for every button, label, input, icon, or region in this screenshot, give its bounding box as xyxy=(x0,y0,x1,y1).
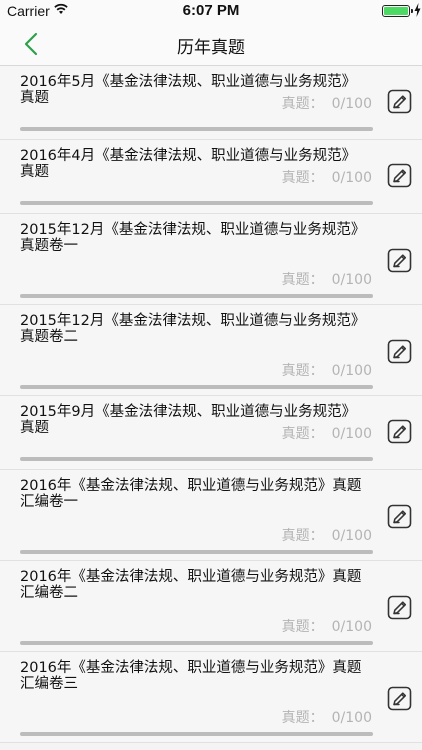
exam-title: 2015年12月《基金法律法规、职业道德与业务规范》真题卷一 xyxy=(20,222,366,254)
edit-icon[interactable] xyxy=(387,686,412,711)
exam-score: 真题： 0/100 xyxy=(282,423,372,443)
exam-score: 真题： 0/100 xyxy=(282,525,372,545)
page-title: 历年真题 xyxy=(177,38,245,58)
navigation-bar: 历年真题 xyxy=(0,22,422,66)
edit-icon[interactable] xyxy=(387,339,412,364)
exam-title: 2016年《基金法律法规、职业道德与业务规范》真题汇编卷一 xyxy=(20,478,362,510)
exam-list-item[interactable]: 2016年4月《基金法律法规、职业道德与业务规范》真题 真题： 0/100 xyxy=(0,140,422,214)
edit-icon[interactable] xyxy=(387,595,412,620)
edit-icon[interactable] xyxy=(387,419,412,444)
exam-score-value: 0/100 xyxy=(331,710,372,726)
exam-progress-bar xyxy=(20,550,373,554)
edit-icon[interactable] xyxy=(387,504,412,529)
edit-icon[interactable] xyxy=(387,248,412,273)
exam-score: 真题： 0/100 xyxy=(282,269,372,289)
exam-score-value: 0/100 xyxy=(331,619,372,635)
exam-progress-bar xyxy=(20,457,373,461)
exam-list-item[interactable]: 2015年12月《基金法律法规、职业道德与业务规范》真题卷二 真题： 0/100 xyxy=(0,305,422,396)
exam-score-value: 0/100 xyxy=(331,170,372,186)
exam-title: 2016年《基金法律法规、职业道德与业务规范》真题汇编卷二 xyxy=(20,569,362,601)
exam-score-value: 0/100 xyxy=(331,528,372,544)
exam-list-item[interactable]: 2016年5月《基金法律法规、职业道德与业务规范》真题 真题： 0/100 xyxy=(0,66,422,140)
exam-score-label: 真题： xyxy=(281,710,324,726)
exam-title: 2015年12月《基金法律法规、职业道德与业务规范》真题卷二 xyxy=(20,313,366,345)
battery-icon xyxy=(382,5,410,17)
exam-list-item[interactable]: 2016年《基金法律法规、职业道德与业务规范》真题汇编卷三 真题： 0/100 xyxy=(0,652,422,743)
exam-score-label: 真题： xyxy=(281,96,324,112)
exam-list-item[interactable]: 2015年12月《基金法律法规、职业道德与业务规范》真题卷一 真题： 0/100 xyxy=(0,214,422,305)
exam-progress-bar xyxy=(20,641,373,645)
exam-progress-bar xyxy=(20,294,373,298)
battery-tip xyxy=(411,9,413,13)
edit-icon[interactable] xyxy=(387,163,412,188)
exam-score-label: 真题： xyxy=(281,619,324,635)
exam-score: 真题： 0/100 xyxy=(282,707,372,727)
exam-score-value: 0/100 xyxy=(331,96,372,112)
exam-score: 真题： 0/100 xyxy=(282,616,372,636)
exam-score-value: 0/100 xyxy=(331,272,372,288)
exam-score-label: 真题： xyxy=(281,426,324,442)
exam-progress-bar xyxy=(20,201,373,205)
exam-title: 2016年《基金法律法规、职业道德与业务规范》真题汇编卷三 xyxy=(20,660,362,692)
exam-score-label: 真题： xyxy=(281,272,324,288)
exam-progress-bar xyxy=(20,127,373,131)
exam-progress-bar xyxy=(20,385,373,389)
exam-score-label: 真题： xyxy=(281,170,324,186)
status-bar: Carrier 6:07 PM xyxy=(0,0,422,22)
exam-list: 2016年5月《基金法律法规、职业道德与业务规范》真题 真题： 0/100 201… xyxy=(0,66,422,743)
exam-list-item[interactable]: 2016年《基金法律法规、职业道德与业务规范》真题汇编卷一 真题： 0/100 xyxy=(0,470,422,561)
clock: 6:07 PM xyxy=(182,2,240,19)
exam-progress-bar xyxy=(20,732,373,736)
exam-list-item[interactable]: 2016年《基金法律法规、职业道德与业务规范》真题汇编卷二 真题： 0/100 xyxy=(0,561,422,652)
charging-icon xyxy=(414,3,421,17)
exam-score: 真题： 0/100 xyxy=(282,360,372,380)
edit-icon[interactable] xyxy=(387,89,412,114)
exam-list-item[interactable]: 2015年9月《基金法律法规、职业道德与业务规范》真题 真题： 0/100 xyxy=(0,396,422,470)
exam-score-value: 0/100 xyxy=(331,426,372,442)
exam-score-label: 真题： xyxy=(281,363,324,379)
exam-score: 真题： 0/100 xyxy=(282,167,372,187)
exam-score: 真题： 0/100 xyxy=(282,93,372,113)
exam-score-value: 0/100 xyxy=(331,363,372,379)
exam-score-label: 真题： xyxy=(281,528,324,544)
